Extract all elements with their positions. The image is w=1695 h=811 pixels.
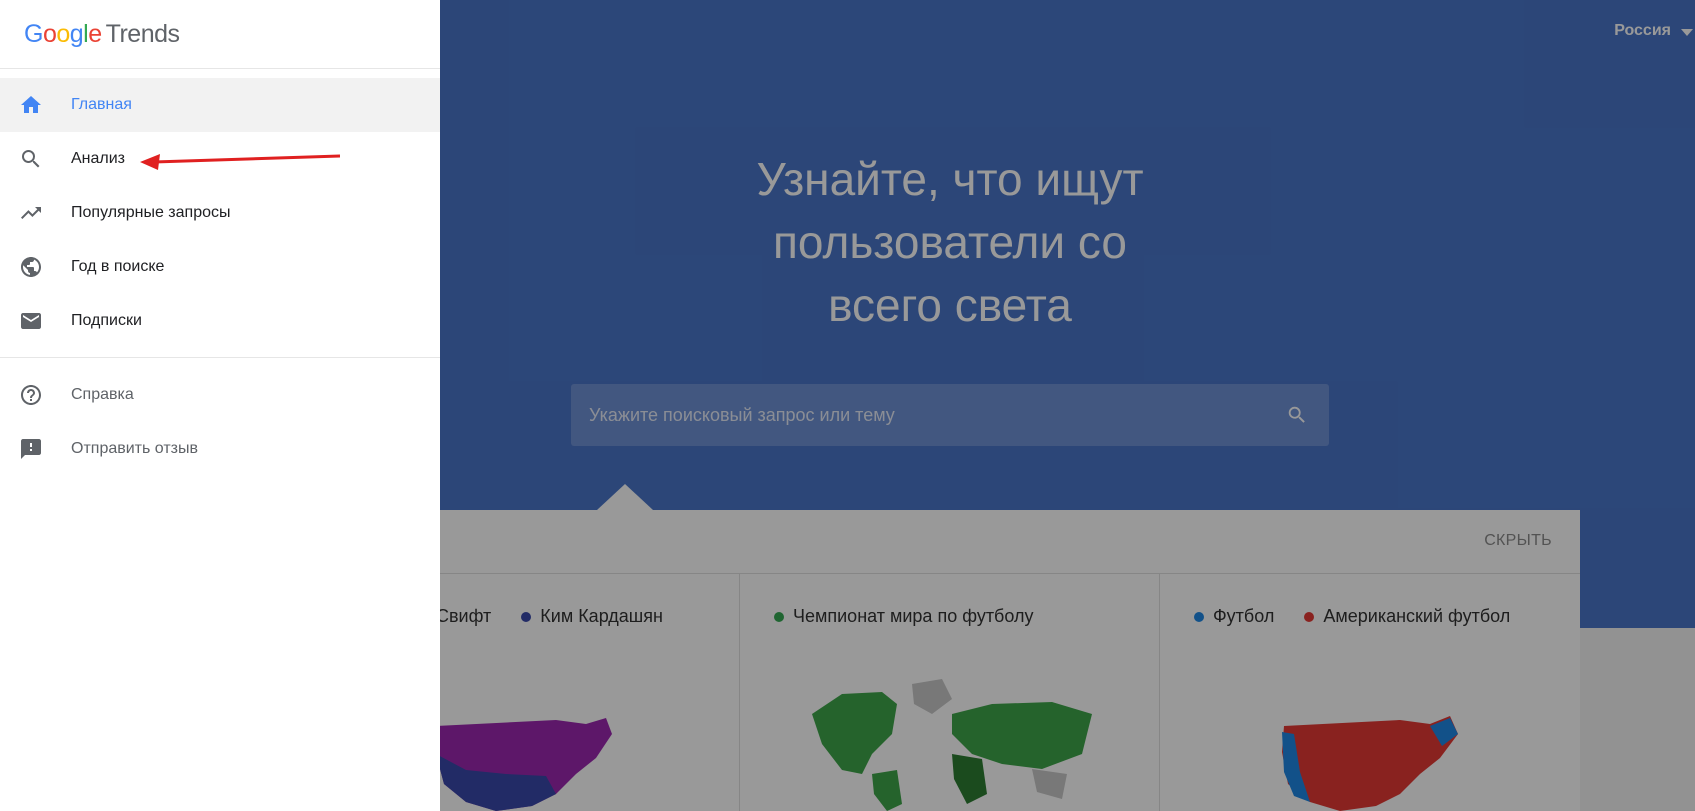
nav-item-label: Отправить отзыв xyxy=(71,440,198,457)
globe-icon xyxy=(18,254,44,280)
nav-item-feedback[interactable]: Отправить отзыв xyxy=(0,422,440,476)
nav-divider xyxy=(0,357,440,358)
logo-letter: G xyxy=(24,19,43,48)
logo-product: Trends xyxy=(105,19,180,48)
drawer-primary-nav: Главная Анализ Популярные запросы Год в … xyxy=(0,69,440,348)
navigation-drawer: Google Trends Главная Анализ Популярные з… xyxy=(0,0,440,811)
nav-item-help[interactable]: Справка xyxy=(0,368,440,422)
google-trends-logo[interactable]: Google Trends xyxy=(24,20,180,49)
drawer-header: Google Trends xyxy=(0,0,440,69)
logo-letter: o xyxy=(56,19,70,48)
nav-item-trending[interactable]: Популярные запросы xyxy=(0,186,440,240)
nav-item-label: Анализ xyxy=(71,150,126,167)
mail-icon xyxy=(18,308,44,334)
nav-item-label: Подписки xyxy=(71,312,142,329)
logo-letter: e xyxy=(88,19,102,48)
nav-item-subscriptions[interactable]: Подписки xyxy=(0,294,440,348)
logo-letter: o xyxy=(42,19,57,48)
annotation-arrow xyxy=(140,154,340,170)
home-icon xyxy=(18,92,44,118)
help-icon xyxy=(18,382,44,408)
logo-letter: g xyxy=(69,19,84,48)
search-icon xyxy=(18,146,44,172)
nav-item-home[interactable]: Главная xyxy=(0,78,440,132)
nav-item-label: Главная xyxy=(71,96,132,113)
nav-item-label: Год в поиске xyxy=(71,258,165,275)
drawer-secondary-nav: Справка Отправить отзыв xyxy=(0,368,440,476)
feedback-icon xyxy=(18,436,44,462)
nav-item-label: Популярные запросы xyxy=(71,204,231,221)
nav-item-label: Справка xyxy=(71,386,134,403)
trending-up-icon xyxy=(18,200,44,226)
nav-item-year-in-search[interactable]: Год в поиске xyxy=(0,240,440,294)
